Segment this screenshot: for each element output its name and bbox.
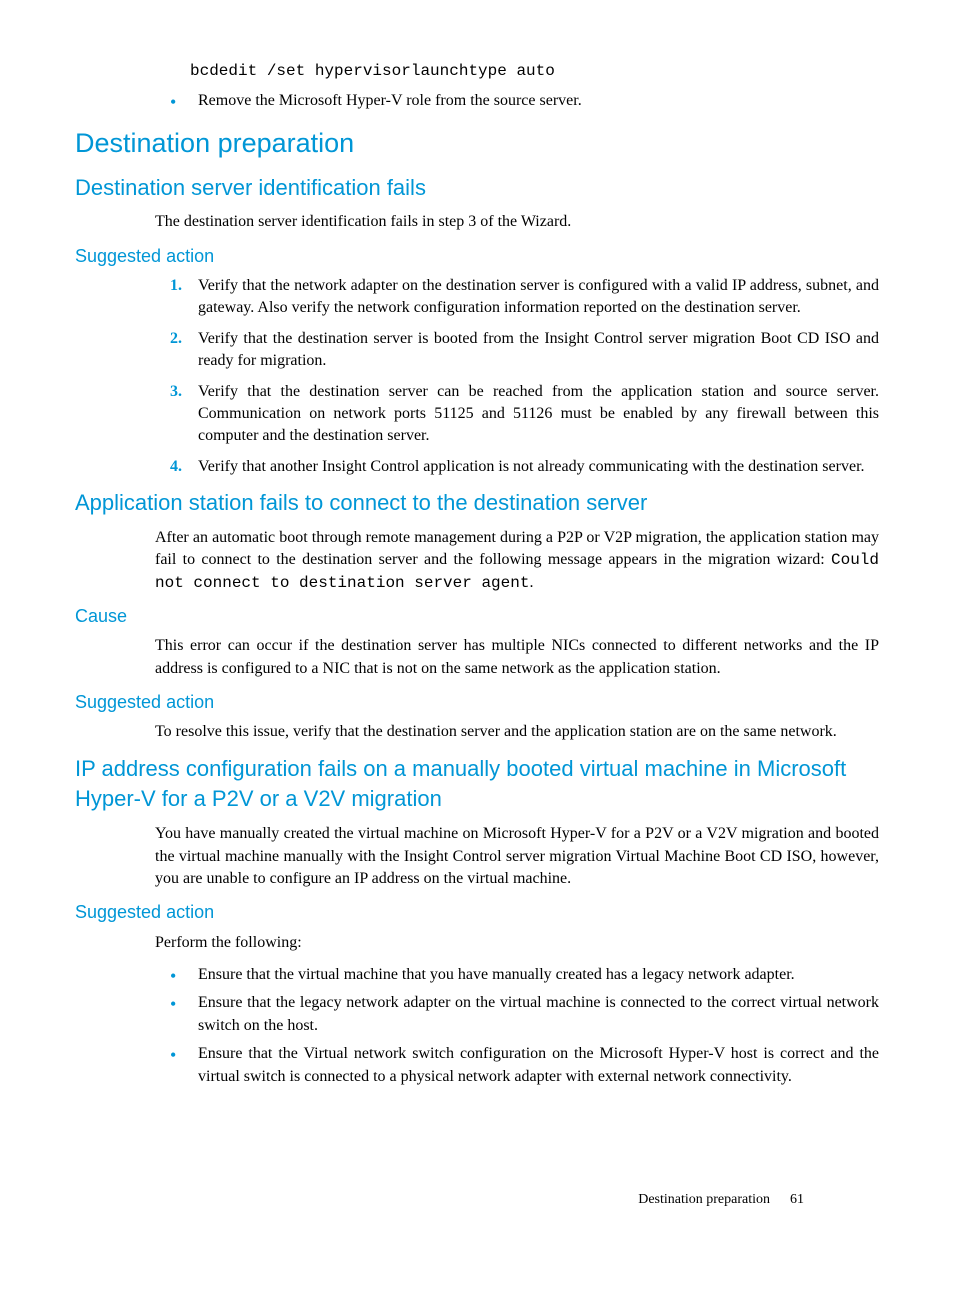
page: bcdedit /set hypervisorlaunchtype auto R… — [75, 60, 879, 1250]
heading-application-station-fails: Application station fails to connect to … — [75, 488, 879, 519]
heading-cause: Cause — [75, 604, 879, 629]
list-item: Verify that another Insight Control appl… — [170, 456, 879, 478]
list-item: Ensure that the Virtual network switch c… — [170, 1043, 879, 1088]
heading-suggested-action: Suggested action — [75, 690, 879, 715]
heading-destination-server-id-fails: Destination server identification fails — [75, 173, 879, 204]
footer-section-label: Destination preparation — [638, 1192, 770, 1207]
code-command: bcdedit /set hypervisorlaunchtype auto — [190, 60, 879, 82]
paragraph: After an automatic boot through remote m… — [155, 527, 879, 594]
paragraph: The destination server identification fa… — [155, 211, 879, 233]
heading-suggested-action: Suggested action — [75, 244, 879, 269]
list-item: Verify that the network adapter on the d… — [170, 275, 879, 320]
paragraph: This error can occur if the destination … — [155, 635, 879, 680]
bullet-list-suggested-actions: Ensure that the virtual machine that you… — [170, 964, 879, 1088]
page-footer: Destination preparation 61 — [638, 1190, 804, 1210]
text: . — [529, 574, 533, 591]
list-item: Remove the Microsoft Hyper-V role from t… — [170, 90, 879, 112]
list-item: Ensure that the virtual machine that you… — [170, 964, 879, 986]
list-item: Verify that the destination server can b… — [170, 381, 879, 448]
paragraph: Perform the following: — [155, 932, 879, 954]
heading-ip-config-fails: IP address configuration fails on a manu… — [75, 754, 879, 816]
heading-suggested-action: Suggested action — [75, 900, 879, 925]
top-bullet-list: Remove the Microsoft Hyper-V role from t… — [170, 90, 879, 112]
paragraph: You have manually created the virtual ma… — [155, 823, 879, 890]
footer-page-number: 61 — [790, 1192, 804, 1207]
heading-destination-preparation: Destination preparation — [75, 125, 879, 163]
paragraph: To resolve this issue, verify that the d… — [155, 721, 879, 743]
list-item: Ensure that the legacy network adapter o… — [170, 992, 879, 1037]
text: After an automatic boot through remote m… — [155, 529, 879, 568]
list-item: Verify that the destination server is bo… — [170, 328, 879, 373]
ordered-list-suggested-actions: Verify that the network adapter on the d… — [170, 275, 879, 478]
